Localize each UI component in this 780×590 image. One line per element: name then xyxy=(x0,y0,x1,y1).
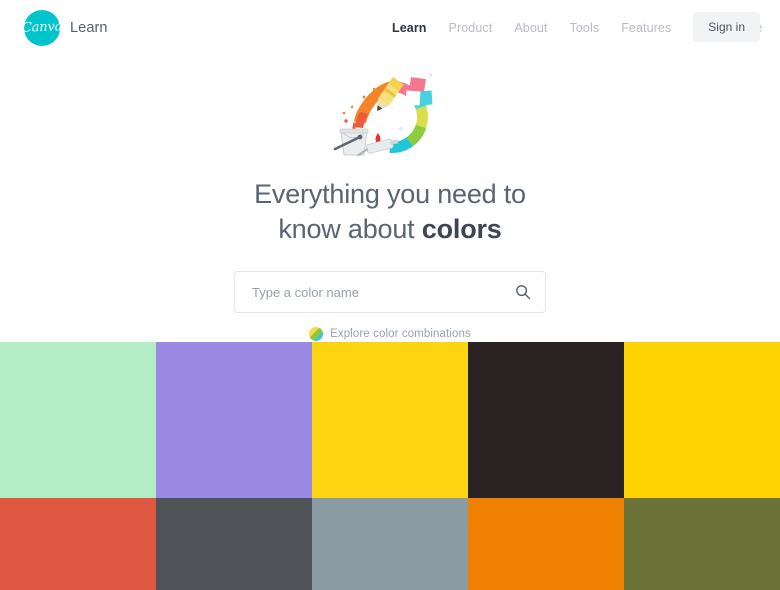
page-title: Everything you need to know about colors xyxy=(254,181,526,243)
sign-in-button[interactable]: Sign in xyxy=(693,12,760,42)
nav-item-product[interactable]: Product xyxy=(449,21,493,35)
explore-color-combinations-link[interactable]: Explore color combinations xyxy=(309,327,471,341)
headline-emphasis: colors xyxy=(421,214,502,244)
swatch-slate-gray[interactable] xyxy=(156,498,312,590)
nav-item-about[interactable]: About xyxy=(514,21,547,35)
color-search-bar[interactable] xyxy=(234,271,546,313)
nav-item-learn[interactable]: Learn xyxy=(392,21,427,35)
headline-prefix: know about xyxy=(278,214,422,244)
swatch-olive-green[interactable] xyxy=(624,498,780,590)
brand-label: Learn xyxy=(70,19,108,36)
headline-line-1: Everything you need to xyxy=(254,179,526,209)
page-root: Canva Learn Learn Product About Tools Fe… xyxy=(0,0,780,590)
swatch-orange[interactable] xyxy=(468,498,624,590)
nav-item-features[interactable]: Features xyxy=(621,21,671,35)
nav-item-tools[interactable]: Tools xyxy=(570,21,600,35)
swatch-golden-yellow[interactable] xyxy=(312,342,468,498)
color-circle-icon xyxy=(309,327,324,341)
search-input[interactable] xyxy=(252,272,515,312)
swatch-dark-brown-black[interactable] xyxy=(468,342,624,498)
explore-label: Explore color combinations xyxy=(330,328,471,340)
color-swatch-grid xyxy=(0,342,780,590)
color-wheel-paint-illustration xyxy=(330,63,450,165)
canva-logo-icon[interactable]: Canva xyxy=(21,9,63,46)
swatch-coral-red[interactable] xyxy=(0,498,156,590)
swatch-blue-gray[interactable] xyxy=(312,498,468,590)
canva-logo-text: Canva xyxy=(21,19,63,36)
swatch-mint-green[interactable] xyxy=(0,342,156,498)
swatch-vivid-yellow[interactable] xyxy=(624,342,780,498)
brand-home-link[interactable]: Canva Learn xyxy=(21,9,108,46)
site-header: Canva Learn Learn Product About Tools Fe… xyxy=(0,0,780,55)
search-icon[interactable] xyxy=(515,284,531,300)
hero-section: Everything you need to know about colors xyxy=(0,55,780,341)
headline-line-2: know about colors xyxy=(254,216,526,243)
swatch-medium-purple[interactable] xyxy=(156,342,312,498)
